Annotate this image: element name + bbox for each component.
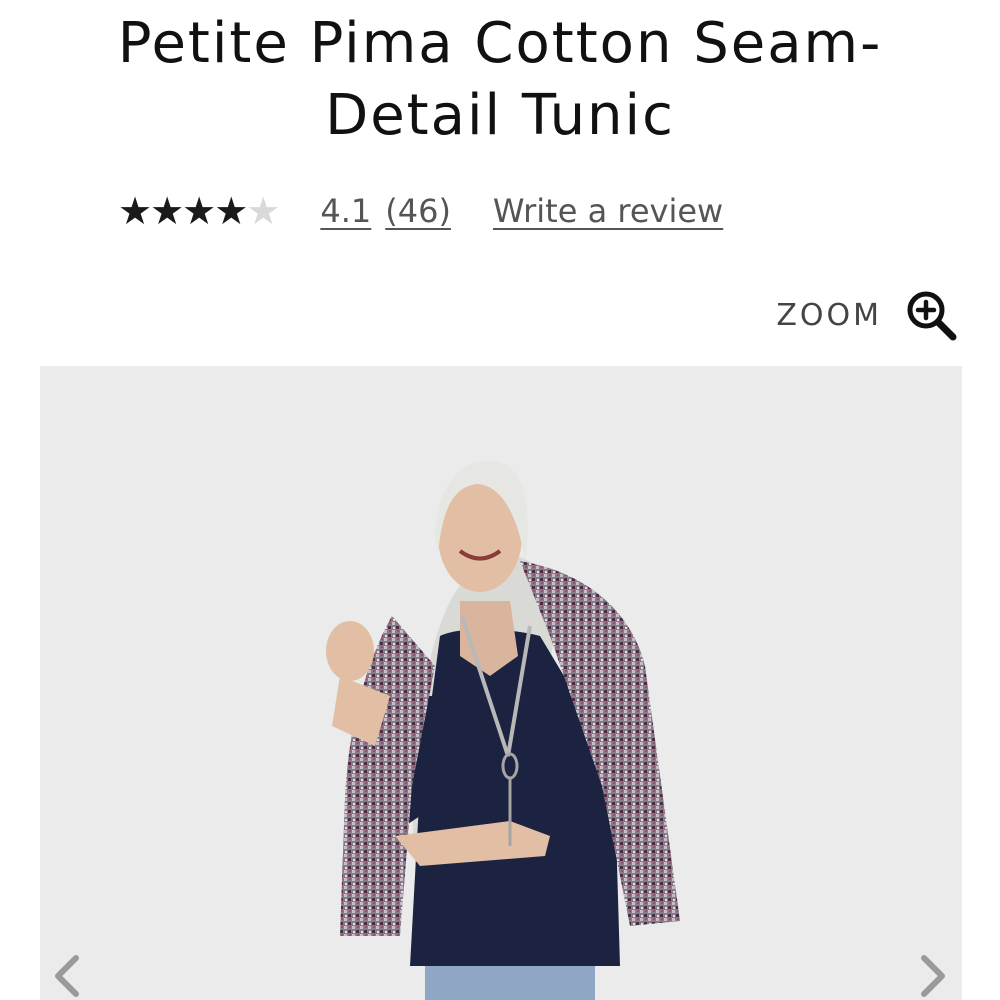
chevron-left-icon[interactable] (44, 952, 92, 1000)
product-page: Petite Pima Cotton Seam- Detail Tunic ★★… (0, 0, 1000, 1000)
rating-average-link[interactable]: 4.1 (320, 192, 371, 230)
star-rating-filled: ★★★★★ (118, 189, 249, 233)
raised-hand-shape (326, 621, 374, 681)
model-photo (326, 460, 680, 1000)
chevron-right-icon[interactable] (908, 952, 956, 1000)
product-title-line-2: Detail Tunic (325, 83, 675, 148)
rating-row: ★★★★★ ★★★★★ 4.1 (46) Write a review (118, 188, 723, 234)
zoom-label: ZOOM (776, 297, 882, 333)
review-count-link[interactable]: (46) (385, 192, 451, 230)
product-title-line-1: Petite Pima Cotton Seam- (117, 11, 883, 76)
product-image[interactable] (40, 366, 962, 1000)
star-rating: ★★★★★ ★★★★★ (118, 189, 280, 233)
jeans-shape (425, 966, 595, 1000)
zoom-button[interactable]: ZOOM (776, 288, 958, 342)
product-title: Petite Pima Cotton Seam- Detail Tunic (0, 8, 1000, 152)
write-review-link[interactable]: Write a review (493, 192, 723, 230)
zoom-in-icon (907, 291, 957, 341)
